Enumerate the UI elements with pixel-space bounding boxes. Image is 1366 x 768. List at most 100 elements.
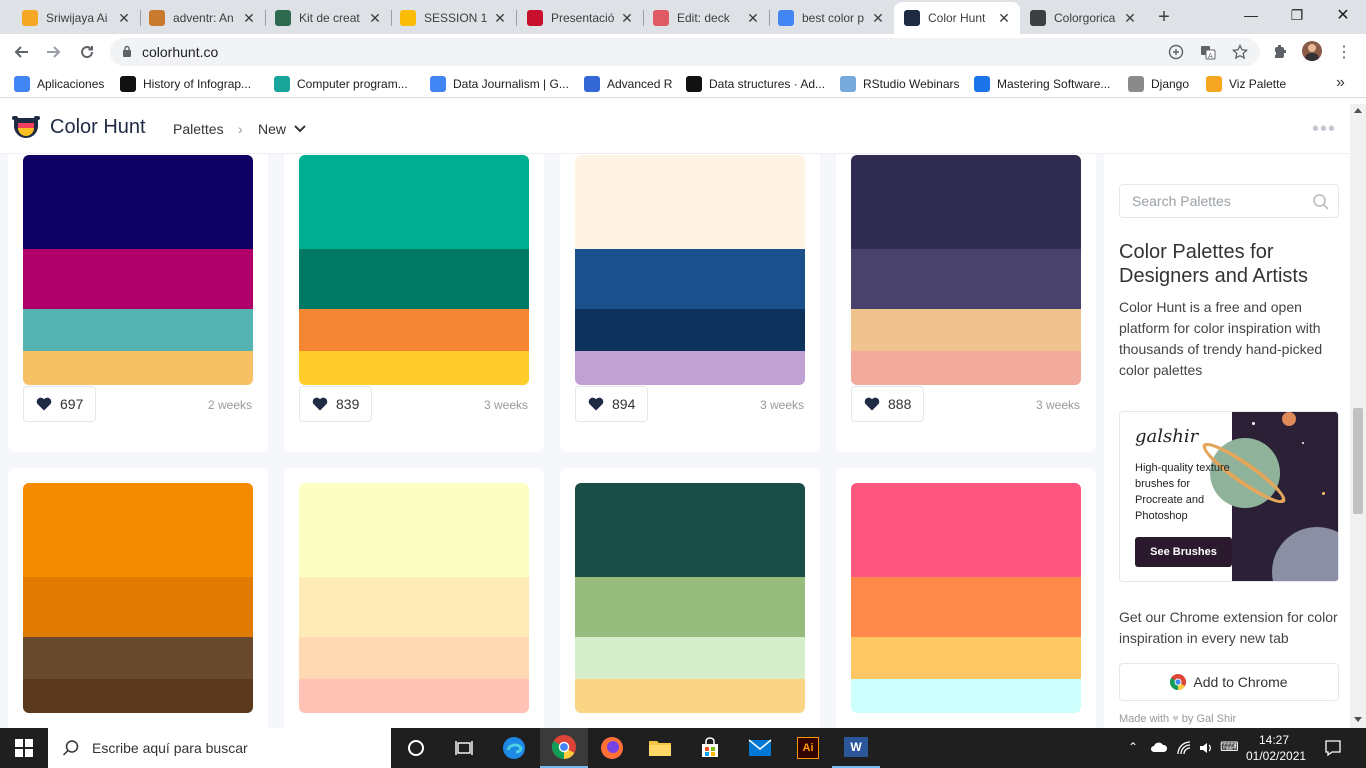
file-explorer-taskbar-button[interactable] [636, 728, 684, 768]
color-swatch[interactable] [299, 637, 529, 679]
onedrive-icon[interactable] [1150, 740, 1168, 754]
color-swatch[interactable] [299, 155, 529, 249]
bookmark-item[interactable]: Data structures · Ad... [686, 76, 825, 92]
profile-avatar[interactable] [1302, 41, 1322, 61]
nav-palettes[interactable]: Palettes [173, 121, 224, 137]
taskbar-clock[interactable]: 14:27 01/02/2021 [1246, 732, 1306, 764]
browser-tab[interactable]: Kit de creat ✕ [265, 2, 391, 34]
add-to-chrome-button[interactable]: Add to Chrome [1119, 663, 1339, 701]
made-by-link[interactable]: by Gal Shir [1182, 713, 1236, 725]
color-swatch[interactable] [23, 155, 253, 249]
scroll-up-icon[interactable] [1354, 108, 1362, 113]
color-palette[interactable] [299, 483, 529, 713]
scrollbar-thumb[interactable] [1353, 408, 1363, 514]
palette-card[interactable]: 839 3 weeks [284, 154, 544, 452]
browser-tab[interactable]: Sriwijaya Ai ✕ [12, 2, 140, 34]
color-palette[interactable] [299, 155, 529, 385]
maximize-button[interactable]: ❐ [1274, 0, 1320, 30]
colorhunt-logo-icon[interactable] [12, 114, 40, 144]
close-tab-icon[interactable]: ✕ [745, 10, 761, 27]
task-view-button[interactable] [440, 728, 488, 768]
new-tab-button[interactable]: + [1152, 6, 1176, 30]
more-options-icon[interactable]: ••• [1312, 118, 1336, 141]
nav-new-dropdown[interactable]: New [258, 121, 306, 137]
close-tab-icon[interactable]: ✕ [996, 10, 1012, 27]
color-swatch[interactable] [851, 483, 1081, 577]
color-swatch[interactable] [299, 249, 529, 309]
color-swatch[interactable] [299, 483, 529, 577]
browser-tab[interactable]: Color Hunt ✕ [894, 2, 1020, 34]
color-swatch[interactable] [23, 309, 253, 351]
browser-tab[interactable]: Colorgorica ✕ [1020, 2, 1146, 34]
add-icon[interactable] [1168, 44, 1184, 60]
scroll-down-icon[interactable] [1354, 717, 1362, 722]
palette-card[interactable]: 894 3 weeks [560, 154, 820, 452]
palette-card[interactable]: 697 2 weeks [8, 154, 268, 452]
color-swatch[interactable] [851, 637, 1081, 679]
palette-card[interactable] [836, 468, 1096, 728]
cortana-button[interactable] [392, 728, 440, 768]
close-tab-icon[interactable]: ✕ [870, 10, 886, 27]
color-swatch[interactable] [575, 249, 805, 309]
color-swatch[interactable] [575, 679, 805, 713]
palette-card[interactable]: 888 3 weeks [836, 154, 1096, 452]
language-indicator-icon[interactable]: ⌨ [1220, 739, 1239, 755]
close-tab-icon[interactable]: ✕ [492, 10, 508, 27]
galshir-ad[interactable]: galshir High-quality texture brushes for… [1119, 411, 1339, 582]
browser-tab[interactable]: Edit: deck ✕ [643, 2, 769, 34]
browser-tab[interactable]: adventr: An ✕ [139, 2, 265, 34]
color-palette[interactable] [575, 483, 805, 713]
color-palette[interactable] [575, 155, 805, 385]
search-icon[interactable] [1312, 193, 1330, 211]
bookmark-item[interactable]: Aplicaciones [14, 76, 104, 92]
color-swatch[interactable] [299, 577, 529, 637]
illustrator-taskbar-button[interactable]: Ai [784, 728, 832, 768]
close-window-button[interactable]: ✕ [1320, 0, 1366, 30]
color-swatch[interactable] [575, 155, 805, 249]
color-swatch[interactable] [23, 637, 253, 679]
color-swatch[interactable] [299, 679, 529, 713]
back-button[interactable] [9, 40, 33, 64]
close-tab-icon[interactable]: ✕ [1122, 10, 1138, 27]
close-tab-icon[interactable]: ✕ [116, 10, 132, 27]
site-brand[interactable]: Color Hunt [50, 116, 146, 139]
chrome-taskbar-button[interactable] [540, 728, 588, 768]
palette-card[interactable] [8, 468, 268, 728]
color-swatch[interactable] [851, 577, 1081, 637]
notifications-icon[interactable] [1324, 739, 1342, 757]
bookmark-item[interactable]: Viz Palette [1206, 76, 1286, 92]
search-palettes-input[interactable]: Search Palettes [1119, 184, 1339, 218]
close-tab-icon[interactable]: ✕ [619, 10, 635, 27]
like-button[interactable]: 894 [575, 386, 649, 422]
color-swatch[interactable] [851, 679, 1081, 713]
like-button[interactable]: 839 [299, 386, 373, 422]
color-swatch[interactable] [23, 351, 253, 385]
minimize-button[interactable]: — [1228, 0, 1274, 30]
color-palette[interactable] [851, 483, 1081, 713]
palette-card[interactable] [560, 468, 820, 728]
volume-icon[interactable] [1198, 740, 1214, 756]
color-palette[interactable] [23, 483, 253, 713]
translate-icon[interactable]: A [1200, 44, 1216, 60]
browser-tab[interactable]: best color p ✕ [768, 2, 894, 34]
browser-tab[interactable]: Presentació ✕ [517, 2, 643, 34]
color-swatch[interactable] [23, 577, 253, 637]
bookmark-item[interactable]: Advanced R [584, 76, 672, 92]
reload-button[interactable] [75, 40, 99, 64]
like-button[interactable]: 888 [851, 386, 925, 422]
forward-button[interactable] [42, 40, 66, 64]
color-swatch[interactable] [23, 679, 253, 713]
color-swatch[interactable] [851, 351, 1081, 385]
mail-taskbar-button[interactable] [736, 728, 784, 768]
edge-taskbar-button[interactable] [490, 728, 538, 768]
palette-card[interactable] [284, 468, 544, 728]
word-taskbar-button[interactable]: W [832, 728, 880, 768]
color-swatch[interactable] [575, 483, 805, 577]
color-swatch[interactable] [575, 309, 805, 351]
color-swatch[interactable] [575, 637, 805, 679]
color-swatch[interactable] [299, 351, 529, 385]
color-swatch[interactable] [23, 249, 253, 309]
extensions-icon[interactable] [1272, 44, 1288, 60]
taskbar-search-box[interactable]: Escribe aquí para buscar [48, 728, 391, 768]
store-taskbar-button[interactable] [686, 728, 734, 768]
